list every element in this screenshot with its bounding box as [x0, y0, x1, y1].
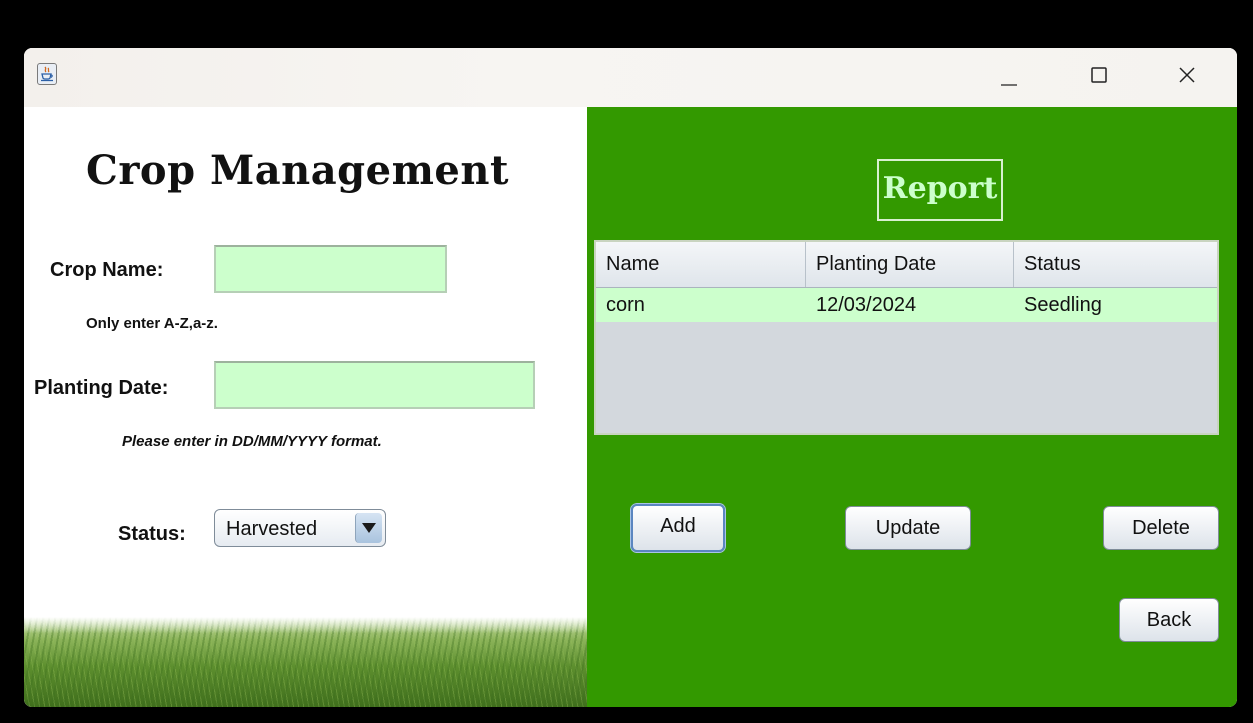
report-panel: Report Name Planting Date Status corn 12…: [587, 107, 1237, 707]
minimize-icon[interactable]: [984, 58, 1030, 94]
update-button[interactable]: Update: [845, 506, 971, 550]
status-label: Status:: [118, 523, 186, 545]
column-header-planting-date[interactable]: Planting Date: [806, 242, 1014, 287]
dropdown-arrow-icon[interactable]: [355, 513, 382, 543]
table-header: Name Planting Date Status: [596, 242, 1217, 288]
grass-image: [24, 617, 587, 707]
java-coffee-cup-icon[interactable]: [37, 63, 57, 85]
report-table: Name Planting Date Status corn 12/03/202…: [594, 240, 1219, 435]
back-button[interactable]: Back: [1119, 598, 1219, 642]
close-icon[interactable]: [1164, 58, 1210, 94]
planting-date-label: Planting Date:: [34, 377, 169, 399]
add-button[interactable]: Add: [631, 504, 725, 552]
crop-name-label: Crop Name:: [50, 259, 164, 281]
maximize-icon[interactable]: [1076, 58, 1122, 94]
page-title: Crop Management: [86, 147, 509, 194]
cell-planting-date: 12/03/2024: [816, 294, 917, 316]
status-dropdown[interactable]: Harvested: [214, 509, 386, 547]
cell-status: Seedling: [1024, 294, 1102, 316]
planting-date-input[interactable]: [214, 361, 535, 409]
column-header-status[interactable]: Status: [1014, 242, 1217, 287]
crop-name-hint: Only enter A-Z,a-z.: [86, 315, 218, 332]
cell-name: corn: [606, 294, 645, 316]
column-header-name[interactable]: Name: [596, 242, 806, 287]
crop-name-input[interactable]: [214, 245, 447, 293]
planting-date-hint: Please enter in DD/MM/YYYY format.: [122, 433, 382, 450]
title-bar: [24, 48, 1237, 107]
report-title: Report: [877, 159, 1003, 221]
status-selected-value: Harvested: [226, 518, 318, 540]
table-row[interactable]: corn 12/03/2024 Seedling: [596, 288, 1217, 322]
crop-form-panel: Crop Management Crop Name: Only enter A-…: [24, 107, 587, 707]
app-window: Crop Management Crop Name: Only enter A-…: [24, 48, 1237, 707]
delete-button[interactable]: Delete: [1103, 506, 1219, 550]
